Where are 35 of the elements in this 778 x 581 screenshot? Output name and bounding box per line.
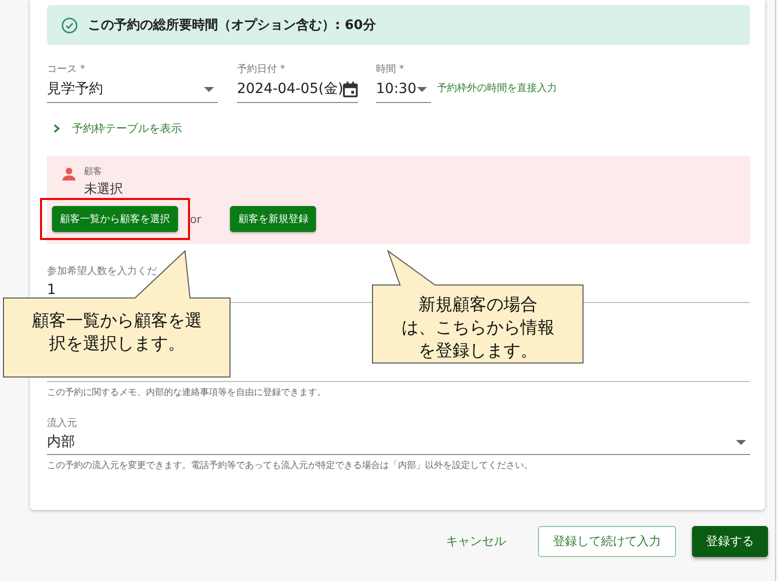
check-circle-icon <box>61 16 78 34</box>
dropdown-icon[interactable] <box>204 86 214 92</box>
source-hint: この予約の流入元を変更できます。電話予約等であっても流入元が特定できる場合は「内部」以外を設定してください。 <box>47 460 534 472</box>
cancel-link[interactable]: キャンセル <box>432 526 520 557</box>
calendar-icon[interactable] <box>343 80 358 98</box>
memo-hint: この予約に関するメモ、内部的な連絡事項等を自由に登録できます。 <box>47 386 327 399</box>
action-button[interactable]: 登録して続けて入力 <box>538 526 676 557</box>
source-select[interactable]: 内部 <box>47 430 750 455</box>
customer-label: 顧客 <box>84 167 103 178</box>
dropdown-icon[interactable] <box>417 86 427 92</box>
course-select[interactable]: 見学予約 <box>47 76 218 103</box>
callout-text: 択を選択します。 <box>49 333 185 356</box>
participants-value[interactable]: 1 <box>47 278 56 302</box>
summary-text: この予約の総所要時間（オプション含む）: 60分 <box>88 16 376 34</box>
field-label: 参加希望人数を入力くだ <box>47 264 158 278</box>
field-label: コース * <box>47 63 86 76</box>
slot-table-toggle[interactable]: 予約枠テーブルを表示 <box>53 121 182 136</box>
dropdown-icon[interactable] <box>736 440 746 444</box>
field-label: 時間 * <box>376 62 406 76</box>
manual-time-link[interactable]: 予約枠外の時間を直接入力 <box>437 81 557 95</box>
person-icon <box>62 167 76 181</box>
field-label: 流入元 <box>47 416 78 430</box>
date-field[interactable]: 2024-04-05(金) <box>237 76 358 103</box>
callout-text: を登録します。 <box>418 340 538 363</box>
or-text: or <box>190 212 202 226</box>
time-select[interactable]: 10:30 <box>376 76 431 103</box>
field-label: 予約日付 * <box>237 63 286 76</box>
callout-text: 新規顧客の場合 <box>418 294 538 317</box>
customer-button[interactable]: 顧客を新規登録 <box>230 206 316 232</box>
callout-text: 顧客一覧から顧客を選 <box>32 310 202 333</box>
customer-value: 未選択 <box>84 182 123 197</box>
customer-button[interactable]: 顧客一覧から顧客を選択 <box>52 206 178 232</box>
chevron-icon <box>53 124 60 133</box>
callout-text: は、こちらから情報 <box>402 317 554 340</box>
action-button[interactable]: 登録する <box>692 526 768 557</box>
